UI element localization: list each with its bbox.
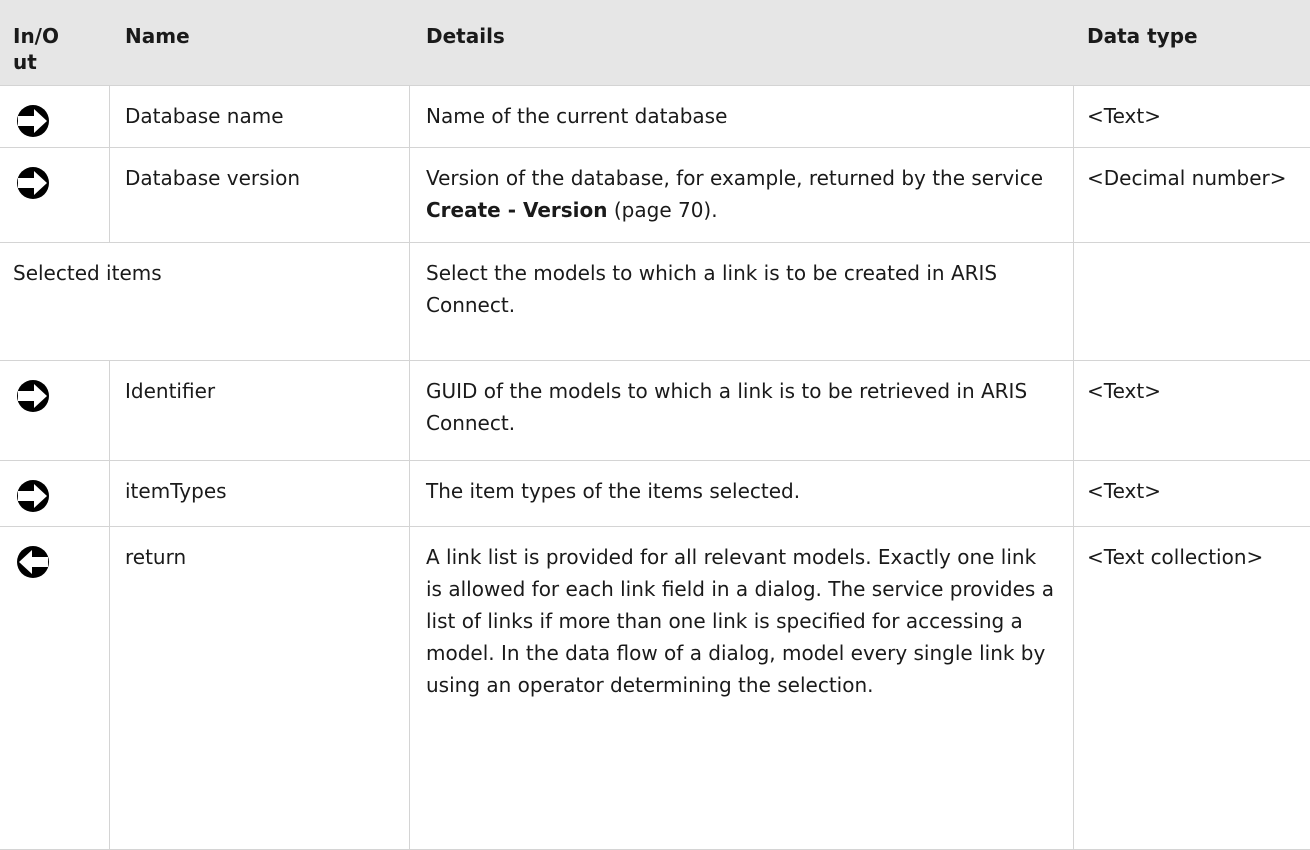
- group-label: Selected items: [13, 261, 162, 285]
- input-arrow-icon: [17, 480, 49, 512]
- param-details: A link list is provided for all relevant…: [426, 545, 1054, 697]
- param-name: Identifier: [125, 379, 216, 403]
- param-name: return: [125, 545, 187, 569]
- table-row: Database version Version of the database…: [0, 147, 1310, 242]
- header-data-type: Data type: [1087, 24, 1198, 48]
- param-data-type-empty: [1073, 243, 1310, 360]
- input-arrow-icon: [17, 105, 49, 137]
- header-details: Details: [426, 24, 505, 48]
- direction-cell: [0, 86, 109, 147]
- direction-cell: [0, 527, 109, 849]
- input-arrow-icon: [17, 167, 49, 199]
- table-header-row: In/O ut Name Details Data type: [0, 0, 1310, 85]
- param-name: itemTypes: [125, 479, 227, 503]
- direction-cell: [0, 461, 109, 526]
- table-row-group: Selected items Select the models to whic…: [0, 242, 1310, 360]
- param-data-type: <Text>: [1087, 104, 1161, 128]
- param-data-type: <Text>: [1087, 379, 1161, 403]
- param-details: GUID of the models to which a link is to…: [426, 379, 1028, 435]
- param-data-type: <Decimal number>: [1087, 166, 1287, 190]
- direction-cell: [0, 148, 109, 242]
- header-name: Name: [125, 24, 190, 48]
- param-details: Select the models to which a link is to …: [426, 261, 998, 317]
- table-row: itemTypes The item types of the items se…: [0, 460, 1310, 526]
- details-page-ref: (page 70).: [607, 198, 718, 222]
- table-row: Identifier GUID of the models to which a…: [0, 360, 1310, 460]
- table-row: return A link list is provided for all r…: [0, 526, 1310, 850]
- parameter-table: In/O ut Name Details Data type Database …: [0, 0, 1310, 850]
- param-data-type: <Text collection>: [1087, 545, 1264, 569]
- table-row: Database name Name of the current databa…: [0, 85, 1310, 147]
- param-name: Database version: [125, 166, 301, 190]
- param-name: Database name: [125, 104, 284, 128]
- direction-cell: [0, 361, 109, 460]
- output-arrow-icon: [17, 546, 49, 578]
- service-link[interactable]: Create - Version: [426, 198, 608, 222]
- header-in-out: In/O ut: [13, 24, 59, 74]
- param-details: Version of the database, for example, re…: [409, 148, 1073, 242]
- param-details: Name of the current database: [426, 104, 728, 128]
- input-arrow-icon: [17, 380, 49, 412]
- param-details: The item types of the items selected.: [426, 479, 801, 503]
- details-text: Version of the database, for example, re…: [426, 166, 1044, 190]
- param-data-type: <Text>: [1087, 479, 1161, 503]
